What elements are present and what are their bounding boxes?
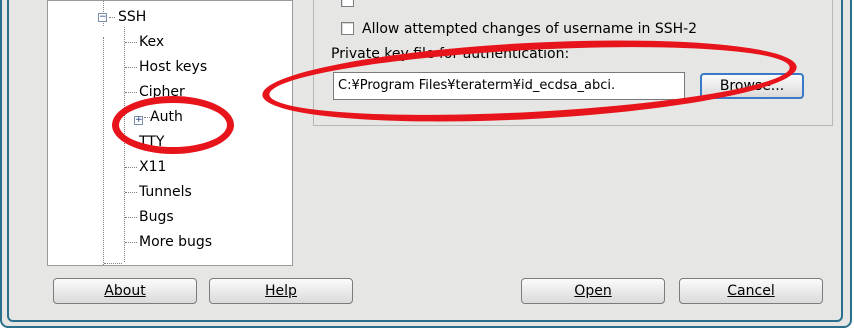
tree-item-x11[interactable]: X11 xyxy=(139,158,166,176)
help-button[interactable]: Help xyxy=(209,278,353,304)
tree-item-tunnels[interactable]: Tunnels xyxy=(139,183,192,201)
allow-username-change-label: Allow attempted changes of username in S… xyxy=(362,21,698,37)
collapse-ssh-icon[interactable]: − xyxy=(98,13,107,22)
tree-item-ssh[interactable]: SSH xyxy=(118,8,146,26)
annotation-ellipse-auth xyxy=(112,96,234,154)
tree-item-more-bugs[interactable]: More bugs xyxy=(139,233,212,251)
partial-checkbox[interactable] xyxy=(341,0,354,7)
allow-username-change-checkbox[interactable] xyxy=(341,22,354,35)
about-button[interactable]: About xyxy=(53,278,197,304)
tree-item-host-keys[interactable]: Host keys xyxy=(139,58,207,76)
tree-item-bugs[interactable]: Bugs xyxy=(139,208,174,226)
tree-line xyxy=(103,37,104,265)
cancel-button[interactable]: Cancel xyxy=(679,278,823,304)
tree-item-kex[interactable]: Kex xyxy=(139,33,164,51)
tree-line xyxy=(124,27,125,262)
open-button[interactable]: Open xyxy=(521,278,665,304)
